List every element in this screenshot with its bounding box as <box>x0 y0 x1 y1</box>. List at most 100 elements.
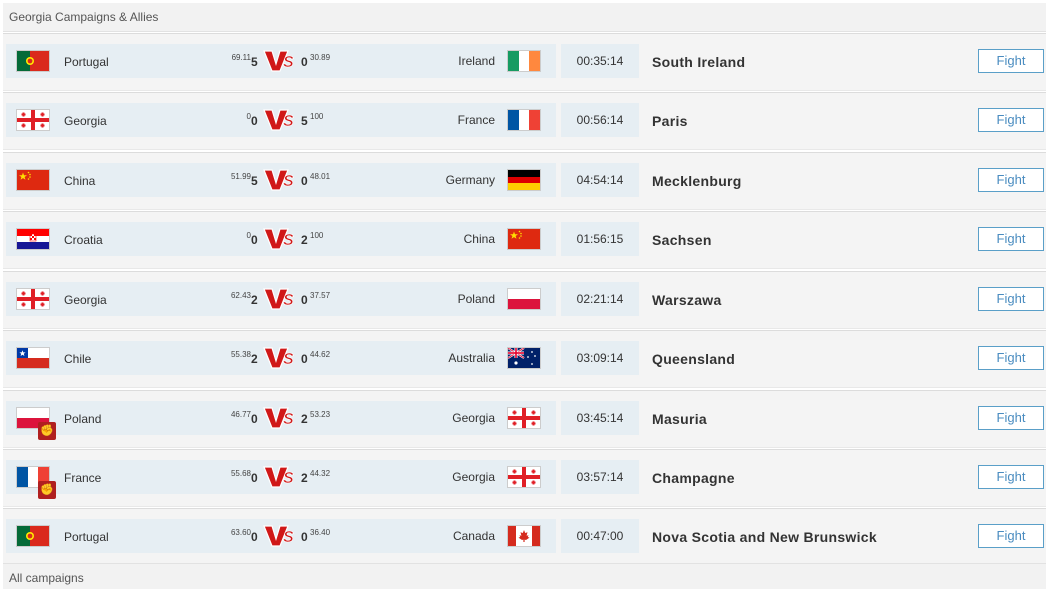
defender-country: France <box>457 113 495 127</box>
attacker-flag-icon <box>16 347 50 369</box>
defender-score: 5 <box>301 114 308 128</box>
versus-icon: S <box>262 466 298 488</box>
fight-button[interactable]: Fight <box>978 346 1044 370</box>
versus-icon: S <box>262 288 298 310</box>
attacker-percent: 69.11 <box>231 53 251 62</box>
attacker-score: 0 <box>251 233 258 247</box>
attacker-country: Georgia <box>64 293 107 307</box>
defender-country: Canada <box>452 529 495 543</box>
versus-icon: S <box>262 407 298 429</box>
battle-time: 00:35:14 <box>576 54 624 68</box>
defender-flag-icon <box>507 288 541 310</box>
battle-row: Georgia 0 0 S 5 100 France 00:56:14 Pari… <box>3 92 1046 150</box>
battle-row: China 51.99 5 S 0 48.01 Germany 04:54:14… <box>3 152 1046 210</box>
battle-row: ✊ Poland 46.77 0 S 2 53.23 Georgia 03:45… <box>3 390 1046 448</box>
region-name[interactable]: Sachsen <box>652 232 712 248</box>
fight-button[interactable]: Fight <box>978 227 1044 251</box>
attacker-country: Georgia <box>64 114 107 128</box>
attacker-flag-icon <box>16 288 50 310</box>
attacker-country: Poland <box>64 412 102 426</box>
defender-percent: 30.89 <box>310 53 331 62</box>
fight-button[interactable]: Fight <box>978 108 1044 132</box>
versus-icon: S <box>262 347 298 369</box>
defender-country: Ireland <box>458 54 495 68</box>
fight-button[interactable]: Fight <box>978 168 1044 192</box>
defender-flag-icon <box>507 407 541 429</box>
fight-button[interactable]: Fight <box>978 465 1044 489</box>
versus-icon: S <box>262 228 298 250</box>
battle-timer: 00:56:14 <box>561 103 639 137</box>
region-name[interactable]: Champagne <box>652 470 735 486</box>
battle-timer: 03:57:14 <box>561 460 639 494</box>
fight-button[interactable]: Fight <box>978 524 1044 548</box>
attacker-percent: 63.60 <box>230 528 251 537</box>
resistance-fist-icon: ✊ <box>38 481 56 499</box>
defender-percent: 44.32 <box>310 469 331 478</box>
defender-flag-icon <box>507 347 541 369</box>
attacker-score: 5 <box>251 174 258 188</box>
region-name[interactable]: Warszawa <box>652 292 722 308</box>
campaigns-widget: Georgia Campaigns & Allies Portugal 69.1… <box>0 0 1047 589</box>
defender-flag-icon <box>507 525 541 547</box>
fight-button[interactable]: Fight <box>978 406 1044 430</box>
region-name[interactable]: Queensland <box>652 351 735 367</box>
svg-text:S: S <box>283 470 294 487</box>
battle-time: 02:21:14 <box>576 292 624 306</box>
defender-country: Georgia <box>452 411 495 425</box>
versus-icon: S <box>262 50 298 72</box>
defender-score: 2 <box>301 233 308 247</box>
campaigns-title: Georgia Campaigns & Allies <box>9 10 159 24</box>
battle-row: Portugal 69.11 5 S 0 30.89 Ireland 00:35… <box>3 33 1046 91</box>
battle-time: 03:57:14 <box>576 470 624 484</box>
battle-time: 00:56:14 <box>576 113 624 127</box>
defender-flag-icon <box>507 50 541 72</box>
battle-timer: 03:09:14 <box>561 341 639 375</box>
defender-percent: 100 <box>310 112 324 121</box>
campaigns-header: Georgia Campaigns & Allies <box>3 3 1046 32</box>
battle-row: Chile 55.38 2 S 0 44.62 Australia 03:09:… <box>3 330 1046 388</box>
defender-score: 0 <box>301 174 308 188</box>
attacker-country: Chile <box>64 352 92 366</box>
attacker-country: China <box>64 174 96 188</box>
attacker-percent: 55.68 <box>230 469 251 478</box>
attacker-score: 2 <box>251 293 258 307</box>
attacker-percent: 46.77 <box>230 410 251 419</box>
attacker-score: 0 <box>251 471 258 485</box>
region-name[interactable]: Paris <box>652 113 688 129</box>
defender-country: Australia <box>448 351 495 365</box>
battle-row: Georgia 62.43 2 S 0 37.57 Poland 02:21:1… <box>3 271 1046 329</box>
attacker-score: 0 <box>251 114 258 128</box>
svg-text:S: S <box>283 173 294 190</box>
battle-timer: 03:45:14 <box>561 401 639 435</box>
region-name[interactable]: Mecklenburg <box>652 173 742 189</box>
defender-flag-icon <box>507 228 541 250</box>
defender-score: 0 <box>301 352 308 366</box>
defender-country: China <box>463 232 495 246</box>
all-campaigns-link[interactable]: All campaigns <box>9 571 84 585</box>
fight-button[interactable]: Fight <box>978 287 1044 311</box>
attacker-flag-icon <box>16 525 50 547</box>
attacker-score: 0 <box>251 412 258 426</box>
defender-percent: 53.23 <box>310 410 331 419</box>
battle-timer: 04:54:14 <box>561 163 639 197</box>
region-name[interactable]: South Ireland <box>652 54 745 70</box>
battle-row: ✊ France 55.68 0 S 2 44.32 Georgia 03:57… <box>3 449 1046 507</box>
svg-text:S: S <box>283 232 294 249</box>
battle-timer: 01:56:15 <box>561 222 639 256</box>
region-name[interactable]: Nova Scotia and New Brunswick <box>652 529 877 545</box>
battle-time: 03:09:14 <box>576 351 624 365</box>
attacker-flag-icon <box>16 50 50 72</box>
fight-button[interactable]: Fight <box>978 49 1044 73</box>
region-name[interactable]: Masuria <box>652 411 707 427</box>
battle-timer: 00:35:14 <box>561 44 639 78</box>
defender-country: Georgia <box>452 470 495 484</box>
attacker-score: 0 <box>251 530 258 544</box>
attacker-percent: 62.43 <box>230 291 251 300</box>
versus-icon: S <box>262 169 298 191</box>
svg-text:S: S <box>283 292 294 309</box>
battle-time: 03:45:14 <box>576 411 624 425</box>
attacker-percent: 51.99 <box>230 172 251 181</box>
defender-percent: 48.01 <box>310 172 331 181</box>
attacker-flag-icon <box>16 169 50 191</box>
svg-text:S: S <box>283 351 294 368</box>
